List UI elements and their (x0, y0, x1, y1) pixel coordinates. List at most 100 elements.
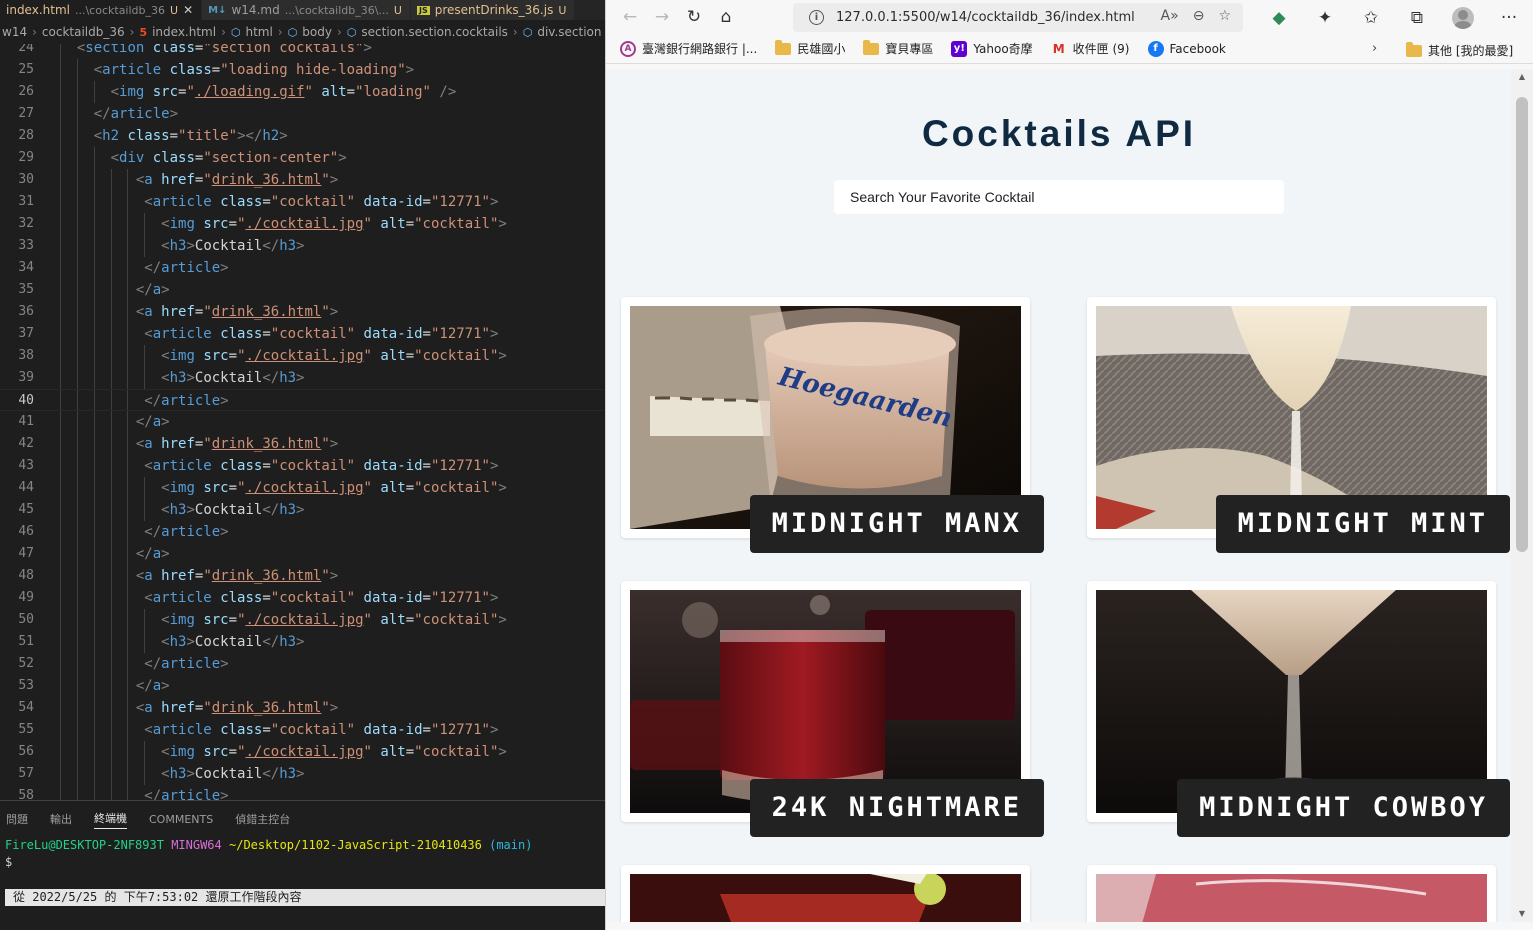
chevron-right-icon[interactable]: › (1372, 41, 1377, 56)
tab-debug-console[interactable]: 偵錯主控台 (235, 811, 290, 827)
favorite-folder[interactable]: 寶貝專區 (863, 39, 933, 57)
code-line[interactable]: 56 <img src="./cocktail.jpg" alt="cocktai… (0, 741, 605, 763)
tab-problems[interactable]: 問題 (6, 811, 28, 827)
code-line[interactable]: 42 <a href="drink_36.html"> (0, 433, 605, 455)
favorite-facebook[interactable]: f Facebook (1147, 40, 1226, 57)
collections-icon[interactable]: ⧉ (1394, 3, 1440, 33)
code-line[interactable]: 27 </article> (0, 103, 605, 125)
code-line[interactable]: 33 <h3>Cocktail</h3> (0, 235, 605, 257)
terminal-input-line[interactable]: $ (5, 854, 605, 871)
read-aloud-icon[interactable]: A» (1161, 8, 1179, 24)
code-line[interactable]: 37 <article class="cocktail" data-id="127… (0, 323, 605, 345)
indent-guide (76, 675, 78, 697)
code-line[interactable]: 46 </article> (0, 521, 605, 543)
favorite-yahoo[interactable]: y! Yahoo奇摩 (951, 40, 1033, 57)
code-line[interactable]: 29 <div class="section-center"> (0, 147, 605, 169)
code-line[interactable]: 25 <article class="loading hide-loading"> (0, 59, 605, 81)
code-line[interactable]: 36 <a href="drink_36.html"> (0, 301, 605, 323)
cocktail-card[interactable] (621, 865, 1030, 922)
code-line[interactable]: 49 <article class="cocktail" data-id="127… (0, 587, 605, 609)
home-button[interactable]: ⌂ (710, 2, 742, 32)
code-line[interactable]: 54 <a href="drink_36.html"> (0, 697, 605, 719)
breadcrumb-item[interactable]: div.section (537, 25, 601, 39)
breadcrumb-item[interactable]: index.html (152, 25, 216, 39)
favorite-bank[interactable]: A 臺灣銀行網路銀行 |... (620, 40, 757, 57)
code-line[interactable]: 57 <h3>Cocktail</h3> (0, 763, 605, 785)
code-line[interactable]: 35 </a> (0, 279, 605, 301)
zoom-icon[interactable]: ⊖ (1193, 8, 1205, 24)
code-line[interactable]: 39 <h3>Cocktail</h3> (0, 367, 605, 389)
cocktail-card[interactable]: Hoegaarden MIDNIGHT MANX (621, 297, 1044, 553)
breadcrumb-item[interactable]: cocktaildb_36 (42, 25, 125, 39)
extension-icon[interactable]: ◆ (1256, 3, 1302, 33)
terminal[interactable]: FireLu@DESKTOP-2NF893T MINGW64 ~/Desktop… (0, 837, 605, 871)
cocktail-card[interactable] (1087, 865, 1496, 922)
code-line[interactable]: 38 <img src="./cocktail.jpg" alt="cocktai… (0, 345, 605, 367)
indent-guide (127, 411, 129, 433)
back-button[interactable]: ← (614, 2, 646, 32)
forward-button[interactable]: → (646, 2, 678, 32)
breadcrumb-item[interactable]: body (302, 25, 332, 39)
code-line[interactable]: 32 <img src="./cocktail.jpg" alt="cocktai… (0, 213, 605, 235)
tab-comments[interactable]: COMMENTS (149, 813, 213, 826)
code-line[interactable]: 48 <a href="drink_36.html"> (0, 565, 605, 587)
scroll-down-icon[interactable]: ▼ (1511, 906, 1533, 922)
code-line[interactable]: 34 </article> (0, 257, 605, 279)
code-token: src (152, 84, 179, 100)
code-line[interactable]: 51 <h3>Cocktail</h3> (0, 631, 605, 653)
more-icon[interactable]: ··· (1486, 3, 1532, 33)
cocktail-card[interactable]: MIDNIGHT COWBOY (1087, 581, 1510, 837)
favorites-icon[interactable]: ✩ (1348, 3, 1394, 33)
add-favorite-icon[interactable]: ☆ (1218, 8, 1231, 24)
favorite-gmail[interactable]: M 收件匣 (9) (1051, 40, 1130, 57)
code-line[interactable]: 30 <a href="drink_36.html"> (0, 169, 605, 191)
code-line[interactable]: 55 <article class="cocktail" data-id="127… (0, 719, 605, 741)
code-line[interactable]: 47 </a> (0, 543, 605, 565)
breadcrumb-item[interactable]: section.section.cocktails (361, 25, 508, 39)
code-line[interactable]: 58 </article> (0, 785, 605, 800)
code-line[interactable]: 28 <h2 class="title"></h2> (0, 125, 605, 147)
cocktail-image[interactable] (1096, 874, 1487, 922)
code-token: > (338, 150, 347, 166)
cocktail-image[interactable] (630, 874, 1021, 922)
code-token: "12771" (430, 590, 490, 606)
code-line[interactable]: 50 <img src="./cocktail.jpg" alt="cocktai… (0, 609, 605, 631)
code-line[interactable]: 44 <img src="./cocktail.jpg" alt="cocktai… (0, 477, 605, 499)
tab-index-html[interactable]: index.html ...\cocktaildb_36 U ✕ (0, 0, 203, 20)
address-bar[interactable]: i 127.0.0.1:5500/w14/cocktaildb_36/index… (793, 3, 1243, 32)
code-line[interactable]: 26 <img src="./loading.gif" alt="loading"… (0, 81, 605, 103)
code-line[interactable]: 53 </a> (0, 675, 605, 697)
code-content: <article class="cocktail" data-id="12771… (144, 323, 498, 345)
code-line[interactable]: 43 <article class="cocktail" data-id="127… (0, 455, 605, 477)
code-line[interactable]: 52 </article> (0, 653, 605, 675)
code-line[interactable]: 31 <article class="cocktail" data-id="127… (0, 191, 605, 213)
scroll-up-icon[interactable]: ▲ (1511, 69, 1533, 85)
breadcrumb-item[interactable]: html (246, 25, 273, 39)
tab-terminal[interactable]: 終端機 (94, 810, 127, 829)
search-input[interactable] (834, 180, 1284, 214)
cocktail-card[interactable]: 24K NIGHTMARE (621, 581, 1044, 837)
code-line[interactable]: 40 </article> (0, 389, 605, 411)
refresh-button[interactable]: ↻ (678, 2, 710, 32)
extensions-puzzle-icon[interactable]: ✦ (1302, 3, 1348, 33)
page-scrollbar[interactable]: ▲ ▼ (1511, 69, 1533, 922)
favorite-folder[interactable]: 民雄國小 (775, 39, 845, 57)
code-line[interactable]: 41 </a> (0, 411, 605, 433)
code-token: drink_36.html (211, 304, 322, 320)
code-editor[interactable]: 24 <section class="section cocktails"> 25 <… (0, 44, 605, 800)
code-token: article (152, 590, 212, 606)
cocktail-card[interactable]: MIDNIGHT MINT (1087, 297, 1510, 553)
tab-output[interactable]: 輸出 (50, 811, 72, 827)
other-favorites[interactable]: 其他 [我的最愛] (1406, 41, 1513, 59)
code-line[interactable]: 45 <h3>Cocktail</h3> (0, 499, 605, 521)
tab-w14-md[interactable]: M↓ w14.md ...\cocktaildb_36\... U (202, 0, 411, 20)
profile-button[interactable] (1440, 3, 1486, 33)
close-icon[interactable]: ✕ (183, 3, 193, 17)
tab-presentdrinks-js[interactable]: JS presentDrinks_36.js U (410, 0, 576, 20)
breadcrumb-item[interactable]: w14 (2, 25, 27, 39)
code-token: src (203, 480, 229, 496)
code-line[interactable]: 24 <section class="section cocktails"> (0, 44, 605, 59)
info-icon[interactable]: i (809, 10, 824, 25)
scrollbar-thumb[interactable] (1516, 97, 1528, 552)
code-token: = (346, 84, 356, 100)
